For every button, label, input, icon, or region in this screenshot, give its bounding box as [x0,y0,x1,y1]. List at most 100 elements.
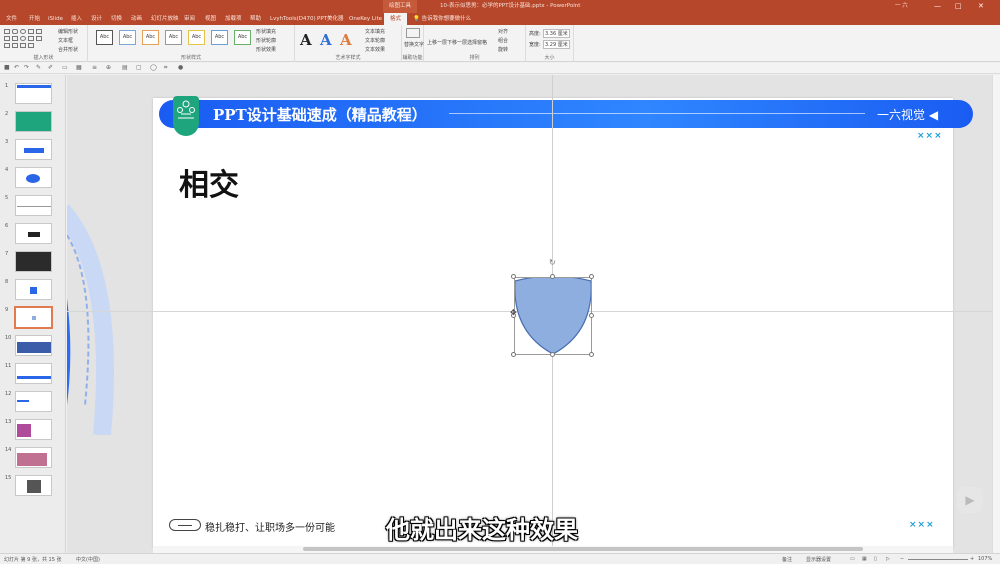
text-effects-button[interactable]: 文本效果 [365,46,385,53]
tab-lvyhtools[interactable]: LvyhTools(D470) [270,13,316,25]
heart-shape-icon[interactable] [12,43,18,48]
save-icon[interactable]: ■ [4,64,10,71]
minimize-button[interactable]: — [934,2,941,10]
slide-thumbnail[interactable] [15,195,52,216]
resize-handle[interactable] [589,274,594,279]
slide-heading[interactable]: 相交 [179,160,239,204]
style-preset-3[interactable]: Abc [142,30,159,45]
resize-handle[interactable] [550,274,555,279]
pen-icon[interactable]: ✐ [48,64,53,71]
horizontal-scrollbar[interactable] [153,546,953,553]
maximize-button[interactable]: □ [955,2,962,10]
rectangle-shape-icon[interactable] [4,29,10,34]
slide-thumbnail[interactable] [15,111,52,132]
slide-thumbnail[interactable] [15,223,52,244]
style-preset-5[interactable]: Abc [188,30,205,45]
tab-animations[interactable]: 动画 [131,13,142,25]
slide-thumbnail[interactable] [15,419,52,440]
sorter-view-icon[interactable]: ▦ [862,556,867,562]
zoom-level[interactable]: 107% [978,556,992,562]
wordart-blue[interactable]: A [320,31,332,49]
tab-onekey[interactable]: OneKey Lite [349,13,382,25]
display-settings-button[interactable]: 显示器设置 [806,556,831,563]
shape-effects-button[interactable]: 形状效果 [256,46,276,53]
pentagon-shape-icon[interactable] [12,36,18,41]
tab-transitions[interactable]: 切换 [111,13,122,25]
selection-pane-button[interactable]: 选择窗格 [467,39,487,46]
slideshow-view-icon[interactable]: ▷ [886,556,890,562]
undo-icon[interactable]: ↶ [14,64,19,71]
resize-handle[interactable] [511,274,516,279]
tab-home[interactable]: 开始 [29,13,40,25]
slide-thumbnail[interactable] [15,475,52,496]
resize-handle[interactable] [511,352,516,357]
style-preset-4[interactable]: Abc [165,30,182,45]
width-input[interactable]: 3.29 厘米 [543,40,570,49]
redo-icon[interactable]: ↷ [24,64,29,71]
triangle-shape-icon[interactable] [4,36,10,41]
shape-fill-button[interactable]: 形状填充 [256,28,276,35]
shape-outline-button[interactable]: 形状轮廓 [256,37,276,44]
wordart-plain[interactable]: A [300,31,312,49]
zoom-out-icon[interactable]: − [900,556,904,562]
vertical-scrollbar[interactable] [992,75,1000,553]
tab-format[interactable]: 格式 [384,13,408,25]
format-painter-icon[interactable]: ✎ [36,64,41,71]
tab-file[interactable]: 文件 [6,13,17,25]
resize-handle[interactable] [589,313,594,318]
zoom-icon[interactable]: ⊕ [106,64,111,71]
tab-view[interactable]: 视图 [205,13,216,25]
slide-thumbnail[interactable] [15,391,52,412]
grid-icon[interactable]: ▦ [76,64,82,71]
resize-handle[interactable] [550,352,555,357]
tell-me-search[interactable]: 💡 告诉我你想要做什么 [413,13,471,25]
text-box-button[interactable]: 文本框 [58,37,73,44]
user-name[interactable]: 一 六 [895,0,925,13]
tab-slideshow[interactable]: 幻灯片放映 [151,13,179,25]
tab-insert[interactable]: 插入 [71,13,82,25]
tab-design[interactable]: 设计 [91,13,102,25]
shape-icon[interactable]: ▭ [62,64,68,71]
cloud-shape-icon[interactable] [28,43,34,48]
layout-icon[interactable]: ▤ [122,64,128,71]
close-button[interactable]: ✕ [978,2,984,10]
ellipse-icon[interactable]: ◯ [150,64,157,71]
rotate-handle-icon[interactable]: ↻ [549,258,556,267]
align-icon[interactable]: ≡ [92,64,97,71]
tab-help[interactable]: 帮助 [250,13,261,25]
rotate-button[interactable]: 旋转 [498,46,508,53]
align-button[interactable]: 对齐 [498,28,508,35]
rounded-rect-shape-icon[interactable] [12,29,18,34]
zoom-in-icon[interactable]: + [970,556,974,562]
height-input[interactable]: 3.36 厘米 [543,29,570,38]
slide-thumbnail[interactable] [15,447,52,468]
record-icon[interactable]: ● [178,64,183,71]
arrow-shape-icon[interactable] [36,29,42,34]
resize-handle[interactable] [589,352,594,357]
slide-thumbnail-selected[interactable] [15,307,52,328]
merge-shapes-button[interactable]: 合并形状 [58,46,78,53]
style-preset-1[interactable]: Abc [96,30,113,45]
slide-thumbnail[interactable] [15,363,52,384]
crop-icon[interactable]: ⌗ [164,64,167,72]
line-shape-icon[interactable] [28,29,34,34]
frame-icon[interactable]: ▢ [136,64,142,71]
bring-forward-button[interactable]: 上移一层 [427,39,447,46]
circle-shape-icon[interactable] [20,36,26,41]
group-button[interactable]: 组合 [498,37,508,44]
wordart-orange[interactable]: A [340,31,352,49]
slide-thumbnail[interactable] [15,279,52,300]
footer-text[interactable]: 稳扎稳打、让职场多一份可能 [205,519,335,534]
send-backward-button[interactable]: 下移一层 [447,39,467,46]
edit-shape-button[interactable]: 编辑形状 [58,28,78,35]
reading-view-icon[interactable]: ▯ [874,556,877,562]
oval-shape-icon[interactable] [20,29,26,34]
tab-ppt-beautifier[interactable]: PPT美化器 [317,13,344,25]
normal-view-icon[interactable]: ▭ [850,556,855,562]
alt-text-button[interactable]: 替换文字 [404,41,424,48]
star-shape-icon[interactable] [28,36,34,41]
slide-thumbnail[interactable] [15,83,52,104]
slide-thumbnail[interactable] [15,251,52,272]
slide-thumbnail[interactable] [15,335,52,356]
language-indicator[interactable]: 中文(中国) [76,556,100,563]
